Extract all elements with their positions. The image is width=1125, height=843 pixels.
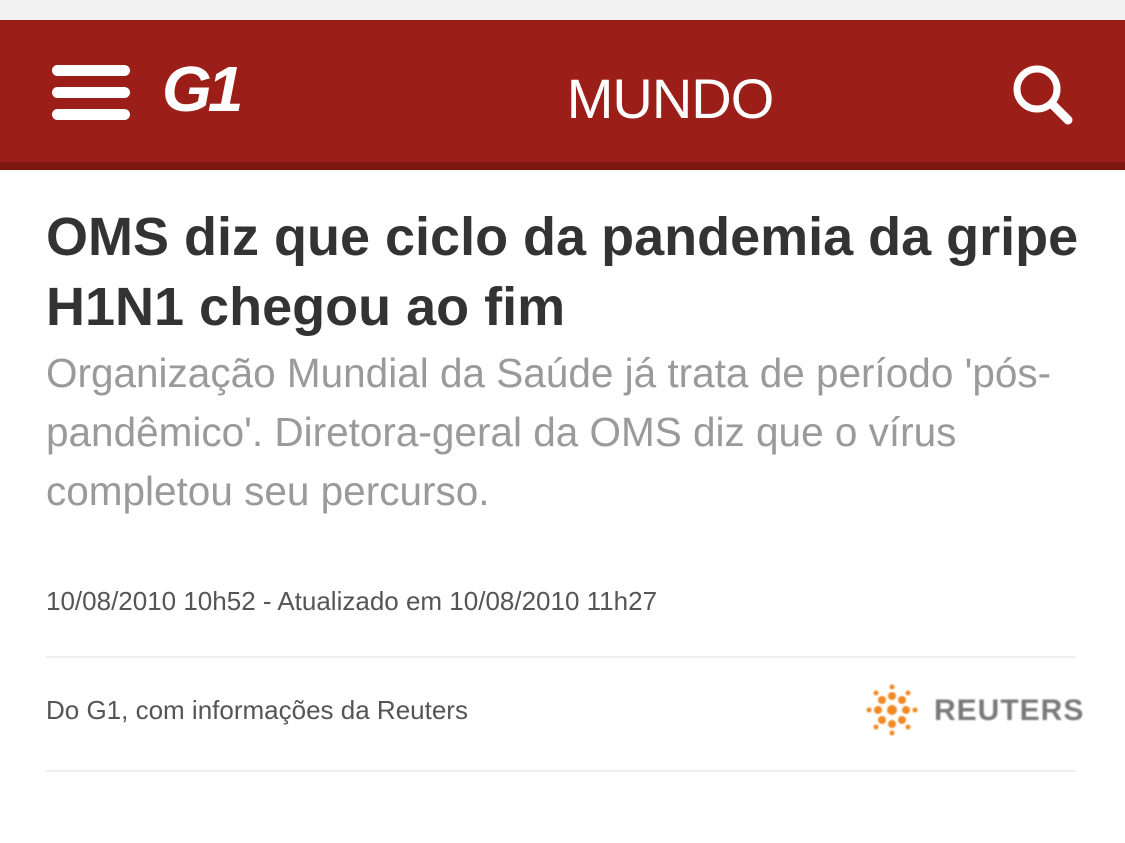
article-dateline: 10/08/2010 10h52 - Atualizado em 10/08/2… <box>46 586 658 616</box>
reuters-logo: REUTERS <box>866 684 1083 736</box>
hamburger-menu-icon[interactable] <box>52 65 132 121</box>
reuters-logo-icon <box>866 684 918 736</box>
search-icon[interactable] <box>1008 60 1078 130</box>
reuters-wordmark: REUTERS <box>934 694 1085 727</box>
top-header-bar: G1 MUNDO <box>0 20 1125 170</box>
section-title: MUNDO <box>566 67 775 130</box>
status-strip <box>0 0 1125 20</box>
divider <box>46 656 1076 658</box>
article-subtitle: Organização Mundial da Saúde já trata de… <box>46 350 1052 514</box>
divider <box>46 770 1076 772</box>
article-headline: OMS diz que ciclo da pandemia da gripe H… <box>46 207 1079 337</box>
source-credit: Do G1, com informações da Reuters <box>46 695 468 725</box>
g1-logo[interactable]: G1 <box>162 57 248 121</box>
